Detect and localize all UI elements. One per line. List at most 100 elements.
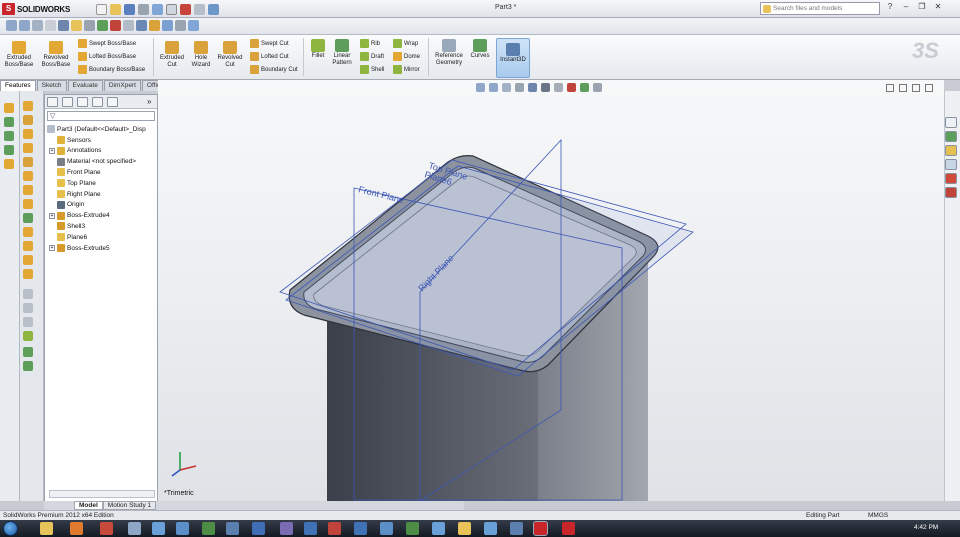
app-icon[interactable] — [458, 522, 471, 535]
solidworks-taskbar-icon[interactable] — [533, 521, 548, 536]
app-icon[interactable] — [406, 522, 419, 535]
swept-cut-button[interactable]: Swept Cut — [250, 39, 289, 48]
viewport-split-icon[interactable] — [886, 84, 894, 92]
tree-item[interactable]: Plane6 — [49, 232, 87, 242]
print-icon[interactable] — [138, 3, 149, 15]
firefox-icon[interactable] — [70, 522, 83, 535]
app-icon[interactable] — [304, 522, 317, 535]
lofted-cut-button[interactable]: Lofted Cut — [250, 52, 289, 61]
tree-item[interactable]: + Annotations — [49, 146, 101, 156]
reference-geometry-icon[interactable] — [23, 289, 33, 299]
tree-item[interactable]: Front Plane — [49, 167, 101, 177]
expand-icon[interactable]: + — [49, 147, 55, 154]
tab-motion-study[interactable]: Motion Study 1 — [102, 501, 157, 510]
file-explorer-icon[interactable] — [945, 145, 957, 156]
help-icon[interactable]: ? — [885, 2, 895, 12]
app-icon[interactable] — [252, 522, 265, 535]
tree-item[interactable]: Sensors — [49, 135, 91, 145]
property-manager-tab-icon[interactable] — [62, 97, 73, 107]
app-icon[interactable] — [510, 522, 523, 535]
new-document-icon[interactable] — [96, 3, 107, 15]
tree-item[interactable]: Origin — [49, 200, 84, 210]
solidworks-taskbar-icon-2[interactable] — [562, 522, 575, 535]
display-style-icon[interactable] — [71, 20, 82, 31]
hide-show-icon[interactable] — [84, 20, 95, 31]
line-icon[interactable] — [4, 117, 14, 127]
chamfer-icon[interactable] — [23, 199, 33, 209]
wrap-button[interactable]: Wrap — [393, 39, 418, 48]
tree-item[interactable]: Top Plane — [49, 178, 96, 188]
display-manager-tab-icon[interactable] — [107, 97, 118, 107]
dome-icon[interactable] — [23, 269, 33, 279]
minimize-icon[interactable]: – — [901, 2, 911, 12]
app-icon[interactable] — [380, 522, 393, 535]
undo-icon[interactable] — [152, 3, 163, 15]
file-properties-icon[interactable] — [194, 3, 205, 15]
previous-view-icon[interactable] — [32, 20, 43, 31]
open-folder-icon[interactable] — [110, 3, 121, 15]
design-library-icon[interactable] — [945, 131, 957, 142]
section-view-icon[interactable] — [515, 83, 524, 92]
tree-item[interactable]: Shell3 — [49, 221, 85, 231]
extruded-cut-button[interactable]: Extruded Cut — [157, 41, 187, 69]
revolved-cut-button[interactable]: Revolved Cut — [216, 41, 244, 69]
section-view-icon[interactable] — [45, 20, 56, 31]
smart-dimension-icon[interactable] — [136, 20, 147, 31]
dimxpert-manager-tab-icon[interactable] — [92, 97, 103, 107]
app-icon[interactable] — [226, 522, 239, 535]
home-tab-icon[interactable] — [945, 117, 957, 128]
loft-icon[interactable] — [23, 143, 33, 153]
rib-button[interactable]: Rib — [360, 39, 380, 48]
view-settings-icon[interactable] — [593, 83, 602, 92]
measure-icon[interactable] — [175, 20, 186, 31]
view-palette-icon[interactable] — [945, 159, 957, 170]
sketch-icon[interactable] — [4, 103, 14, 113]
app-icon[interactable] — [354, 522, 367, 535]
tab-features[interactable]: Features — [0, 80, 36, 91]
horizontal-scrollbar[interactable] — [49, 490, 155, 498]
network-icon[interactable] — [128, 522, 141, 535]
shell-icon[interactable] — [23, 227, 33, 237]
feature-manager-tab-icon[interactable] — [47, 97, 58, 107]
swept-boss-button[interactable]: Swept Boss/Base — [78, 39, 136, 48]
reference-geometry-button[interactable]: Reference Geometry — [431, 39, 467, 67]
linear-pattern-button[interactable]: Linear Pattern — [328, 39, 356, 67]
fillet-button[interactable]: Fillet — [308, 39, 328, 60]
extrude-icon[interactable] — [23, 101, 33, 111]
view-orientation-icon[interactable] — [58, 20, 69, 31]
scene-icon[interactable] — [110, 20, 121, 31]
zoom-to-fit-icon[interactable] — [6, 20, 17, 31]
tab-sketch[interactable]: Sketch — [36, 80, 67, 91]
expand-icon[interactable]: + — [49, 245, 55, 251]
expand-panel-icon[interactable]: » — [147, 97, 151, 106]
boundary-cut-button[interactable]: Boundary Cut — [250, 65, 298, 74]
fillet-icon[interactable] — [23, 185, 33, 195]
graphics-area[interactable]: Top Plane Plane6 Front Plane Right Plane — [158, 80, 944, 502]
dome-button[interactable]: Dome — [393, 52, 420, 61]
mirror-button[interactable]: Mirror — [393, 65, 420, 74]
previous-view-icon[interactable] — [502, 83, 511, 92]
display-style-icon[interactable] — [541, 83, 550, 92]
hole-icon[interactable] — [23, 171, 33, 181]
curves-button[interactable]: Curves — [467, 39, 493, 60]
pattern-icon[interactable] — [23, 213, 33, 223]
revolve-icon[interactable] — [23, 115, 33, 125]
convert-entities-icon[interactable] — [4, 159, 14, 169]
appearances-icon[interactable] — [945, 173, 957, 184]
sweep-icon[interactable] — [23, 129, 33, 139]
tab-evaluate[interactable]: Evaluate — [67, 80, 103, 91]
app-icon[interactable] — [432, 522, 445, 535]
viewport-minimize-icon[interactable] — [899, 84, 907, 92]
lofted-boss-button[interactable]: Lofted Boss/Base — [78, 52, 136, 61]
cut-icon[interactable] — [23, 157, 33, 167]
smart-dimension-icon[interactable] — [4, 131, 14, 141]
apply-scene-icon[interactable] — [580, 83, 589, 92]
tab-model[interactable]: Model — [74, 501, 103, 510]
zoom-area-icon[interactable] — [489, 83, 498, 92]
circular-pattern-icon[interactable] — [23, 361, 33, 371]
start-button-icon[interactable] — [3, 521, 18, 536]
search-box[interactable]: Search files and models — [760, 2, 880, 15]
shell-button[interactable]: Shell — [360, 65, 384, 74]
view-orientation-icon[interactable] — [528, 83, 537, 92]
zoom-area-icon[interactable] — [19, 20, 30, 31]
